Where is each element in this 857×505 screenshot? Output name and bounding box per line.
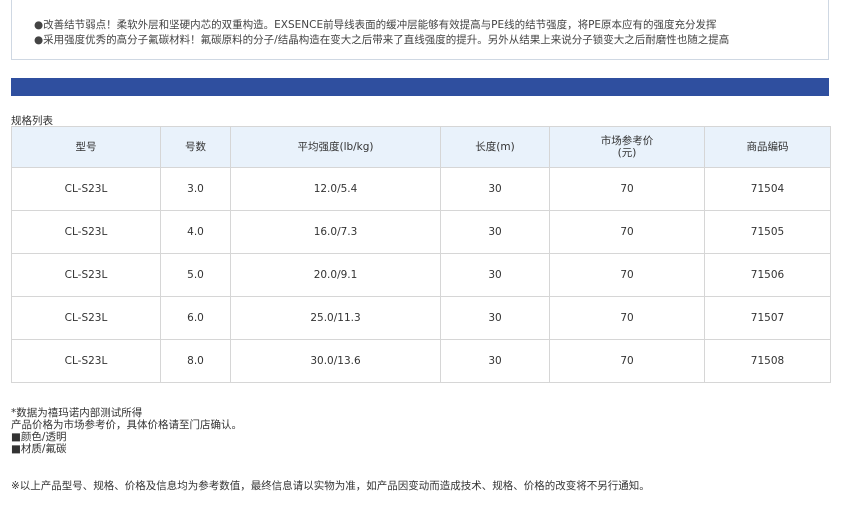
note-price: 产品价格为市场参考价，具体价格请至门店确认。 <box>11 419 242 431</box>
table-row: CL-S23L 4.0 16.0/7.3 30 70 71505 <box>11 210 831 254</box>
notes-block: *数据为禧玛诺内部测试所得 产品价格为市场参考价，具体价格请至门店确认。 ■颜色… <box>11 407 242 455</box>
cell-size: 8.0 <box>160 339 231 383</box>
table-header-row: 型号 号数 平均强度(lb/kg) 长度(m) 市场参考价 (元) 商品编码 <box>11 126 831 168</box>
cell-strength: 25.0/11.3 <box>230 296 441 340</box>
cell-strength: 30.0/13.6 <box>230 339 441 383</box>
note-color: ■颜色/透明 <box>11 431 67 443</box>
cell-code: 71508 <box>704 339 831 383</box>
header-length: 长度(m) <box>440 126 550 168</box>
cell-model: CL-S23L <box>11 167 161 211</box>
cell-size: 3.0 <box>160 167 231 211</box>
table-row: CL-S23L 6.0 25.0/11.3 30 70 71507 <box>11 296 831 340</box>
cell-model: CL-S23L <box>11 210 161 254</box>
cell-price: 70 <box>549 253 705 297</box>
cell-code: 71504 <box>704 167 831 211</box>
cell-code: 71506 <box>704 253 831 297</box>
table-row: CL-S23L 3.0 12.0/5.4 30 70 71504 <box>11 167 831 211</box>
feature-line-2: ●采用强度优秀的高分子氟碳材料！氟碳原料的分子/结晶构造在变大之后带来了直线强度… <box>34 34 730 46</box>
disclaimer-text: ※以上产品型号、规格、价格及信息均为参考数值，最终信息请以实物为准，如产品因变动… <box>11 480 650 492</box>
cell-length: 30 <box>440 296 550 340</box>
cell-model: CL-S23L <box>11 339 161 383</box>
cell-length: 30 <box>440 253 550 297</box>
cell-price: 70 <box>549 210 705 254</box>
cell-size: 6.0 <box>160 296 231 340</box>
cell-length: 30 <box>440 167 550 211</box>
cell-code: 71507 <box>704 296 831 340</box>
cell-strength: 12.0/5.4 <box>230 167 441 211</box>
table-row: CL-S23L 5.0 20.0/9.1 30 70 71506 <box>11 253 831 297</box>
note-data-source: *数据为禧玛诺内部测试所得 <box>11 407 143 419</box>
feature-line-1: ●改善结节弱点！柔软外层和坚硬内芯的双重构造。EXSENCE前导线表面的缓冲层能… <box>34 19 717 31</box>
spec-table: 型号 号数 平均强度(lb/kg) 长度(m) 市场参考价 (元) 商品编码 C… <box>11 126 831 383</box>
header-strength: 平均强度(lb/kg) <box>230 126 441 168</box>
cell-strength: 20.0/9.1 <box>230 253 441 297</box>
cell-price: 70 <box>549 296 705 340</box>
note-material: ■材质/氟碳 <box>11 443 67 455</box>
cell-model: CL-S23L <box>11 253 161 297</box>
section-divider-bar <box>11 78 829 96</box>
cell-code: 71505 <box>704 210 831 254</box>
cell-price: 70 <box>549 167 705 211</box>
cell-size: 5.0 <box>160 253 231 297</box>
header-price: 市场参考价 (元) <box>549 126 705 168</box>
header-size: 号数 <box>160 126 231 168</box>
feature-description-box: ●改善结节弱点！柔软外层和坚硬内芯的双重构造。EXSENCE前导线表面的缓冲层能… <box>11 0 829 60</box>
cell-length: 30 <box>440 339 550 383</box>
cell-price: 70 <box>549 339 705 383</box>
cell-length: 30 <box>440 210 550 254</box>
header-code: 商品编码 <box>704 126 831 168</box>
cell-model: CL-S23L <box>11 296 161 340</box>
cell-strength: 16.0/7.3 <box>230 210 441 254</box>
header-model: 型号 <box>11 126 161 168</box>
table-row: CL-S23L 8.0 30.0/13.6 30 70 71508 <box>11 339 831 383</box>
cell-size: 4.0 <box>160 210 231 254</box>
